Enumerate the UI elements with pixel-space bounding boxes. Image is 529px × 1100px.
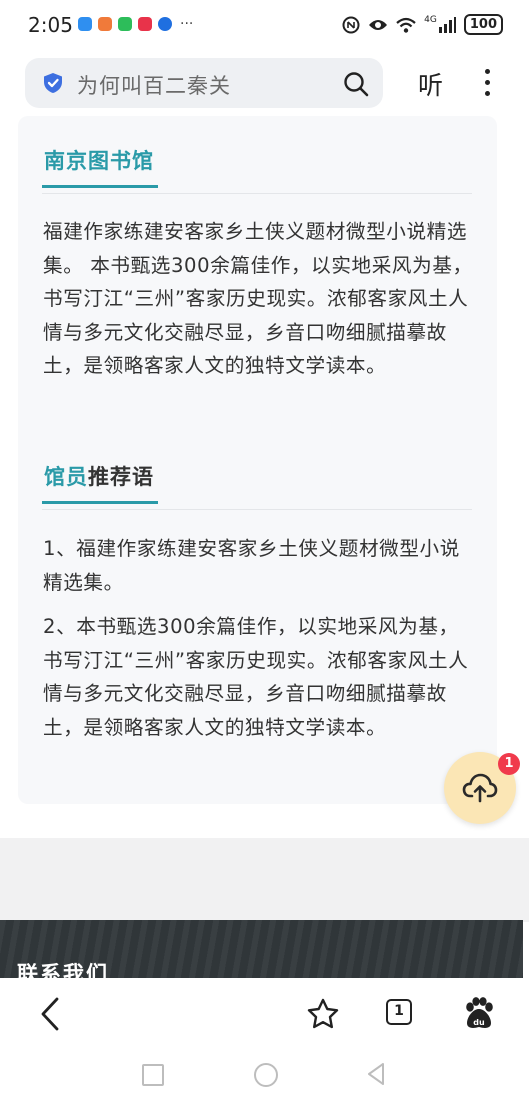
battery-indicator: 100 — [463, 14, 503, 35]
system-back-icon[interactable] — [366, 1062, 386, 1086]
app-notification-icon — [158, 17, 172, 31]
search-icon[interactable] — [343, 71, 369, 97]
search-query: 为何叫百二秦关 — [77, 74, 231, 98]
title-underline — [42, 501, 158, 504]
app-notification-icon — [78, 17, 92, 31]
recent-apps-icon[interactable] — [142, 1064, 164, 1086]
more-notifications: ··· — [180, 16, 194, 32]
svg-text:du: du — [473, 1018, 485, 1027]
signal-icon — [438, 16, 456, 33]
eye-icon — [369, 19, 388, 30]
app-notification-icon — [118, 17, 132, 31]
upload-badge: 1 — [498, 753, 520, 775]
status-indicators: 4G 100 — [342, 14, 503, 35]
library-title: 南京图书馆 — [44, 149, 154, 173]
page-spacer — [0, 838, 529, 922]
more-menu-button[interactable] — [480, 66, 494, 98]
section-divider — [42, 509, 472, 510]
shield-icon — [44, 73, 62, 93]
recommend-title-highlight: 馆员 — [44, 465, 88, 489]
recommend-item-1: 1、福建作家练建安客家乡土侠义题材微型小说精选集。 — [43, 537, 460, 594]
baidu-paw-icon[interactable]: du — [461, 996, 497, 1032]
browser-toolbar — [0, 978, 529, 1050]
status-time: 2:05 — [28, 13, 73, 37]
home-icon[interactable] — [254, 1063, 278, 1087]
listen-button[interactable]: 听 — [418, 66, 443, 102]
recommend-item-2: 2、本书甄选300余篇佳作，以实地采风为基，书写汀江“三州”客家历史现实。浓郁客… — [43, 615, 469, 739]
nfc-icon — [342, 16, 360, 33]
tabs-button[interactable]: 1 — [386, 999, 412, 1025]
recommend-title-rest: 推荐语 — [88, 465, 154, 489]
notification-icons: ··· — [78, 17, 193, 31]
cloud-upload-icon — [462, 773, 498, 803]
back-arrow-icon[interactable] — [38, 996, 62, 1032]
search-bar[interactable]: 为何叫百二秦关 — [25, 58, 383, 108]
recommend-title: 馆员推荐语 — [44, 461, 154, 491]
title-underline — [42, 185, 158, 188]
network-type: 4G — [424, 14, 437, 25]
app-notification-icon — [98, 17, 112, 31]
section-divider — [42, 193, 472, 194]
app-notification-icon — [138, 17, 152, 31]
wifi-icon — [396, 17, 416, 33]
bookmark-star-icon[interactable] — [306, 997, 340, 1031]
library-description: 福建作家练建安客家乡土侠义题材微型小说精选集。 本书甄选300余篇佳作，以实地采… — [43, 220, 473, 377]
status-bar: 2:05 ··· 4G 100 — [0, 0, 529, 50]
